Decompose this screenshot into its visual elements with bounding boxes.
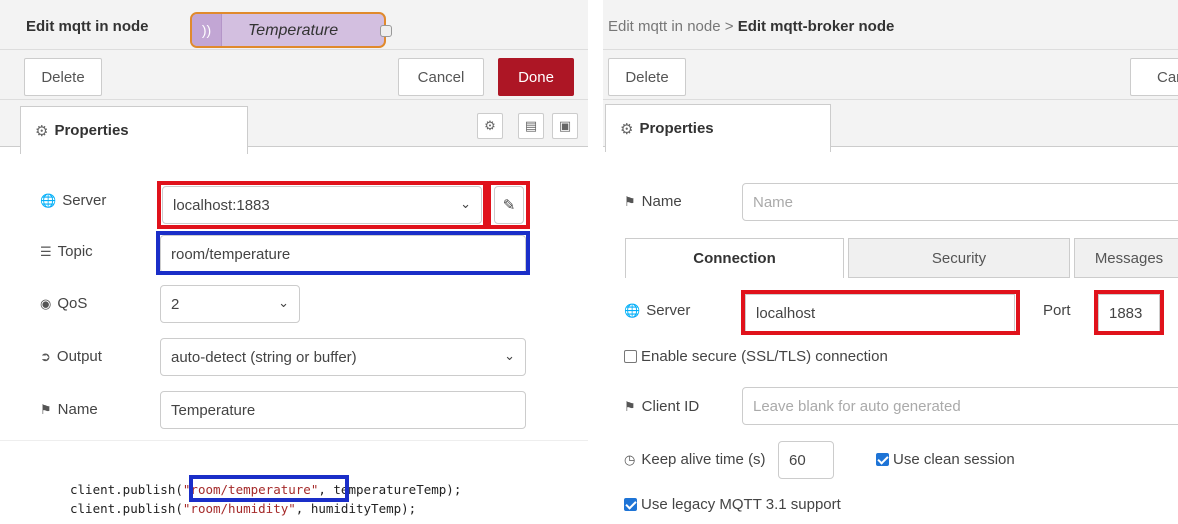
subtab-messages[interactable]: Messages — [1074, 238, 1178, 278]
keepalive-label: Keep alive time (s) — [641, 451, 766, 468]
edit-server-highlight — [487, 181, 530, 229]
qos-label: QoS — [57, 295, 88, 312]
code-topic-highlight — [189, 475, 349, 502]
keepalive-input[interactable]: 60 — [778, 441, 834, 479]
broker-cancel-button[interactable]: Can — [1130, 58, 1178, 96]
code-call: client.publish( — [70, 482, 183, 497]
tag-icon: ⚑ — [624, 398, 636, 414]
appearance-icon[interactable]: ▣ — [552, 113, 578, 139]
gear-icon: ⚙ — [35, 122, 49, 140]
port-label: Port — [1043, 302, 1071, 319]
settings-gear-icon[interactable]: ⚙ — [477, 113, 503, 139]
client-id-label: Client ID — [641, 398, 700, 415]
tab-properties-label: Properties — [54, 122, 129, 139]
broker-name-placeholder: Name — [753, 193, 794, 211]
clean-session-row[interactable]: Use clean session — [876, 451, 1015, 468]
broker-delete-button[interactable]: Delete — [608, 58, 686, 96]
breadcrumb: Edit mqtt in node > Edit mqtt-broker nod… — [608, 18, 894, 35]
cancel-button[interactable]: Cancel — [398, 58, 484, 96]
keepalive-value: 60 — [789, 451, 806, 469]
right-toolbar — [603, 50, 1178, 100]
subtab-connection[interactable]: Connection — [625, 238, 844, 278]
topic-label: Topic — [57, 243, 93, 260]
qos-select-value: 2 — [171, 295, 180, 313]
tab-properties[interactable]: ⚙ Properties — [20, 106, 248, 154]
bridge-icon: )) — [192, 14, 222, 46]
port-highlight — [1094, 290, 1164, 335]
output-label: Output — [56, 348, 102, 365]
output-select-value: auto-detect (string or buffer) — [171, 348, 357, 366]
server-label: Server — [62, 192, 107, 209]
sign-out-icon: ➲ — [40, 348, 51, 364]
broker-server-label: Server — [646, 302, 691, 319]
node-preview-label: Temperature — [248, 22, 339, 39]
clean-session-checkbox[interactable] — [876, 453, 889, 466]
list-icon: ☰ — [40, 243, 52, 259]
broker-tab-properties-label: Properties — [639, 120, 714, 137]
node-preview: )) Temperature — [190, 12, 392, 48]
clock-icon: ◷ — [624, 451, 636, 467]
legacy-row[interactable]: Use legacy MQTT 3.1 support — [624, 496, 841, 513]
tag-icon: ⚑ — [40, 401, 52, 417]
chevron-down-icon: ⌄ — [278, 295, 289, 310]
legacy-checkbox[interactable] — [624, 498, 637, 511]
code-topic-string: "room/humidity" — [182, 501, 296, 516]
broker-name-label: Name — [641, 193, 682, 210]
server-label-row: 🌐 Server — [40, 192, 106, 209]
ssl-checkbox[interactable] — [624, 350, 637, 363]
tag-icon: ⚑ — [624, 193, 636, 209]
qos-label-row: ◉ QoS — [40, 295, 87, 312]
client-id-input[interactable]: Leave blank for auto generated — [742, 387, 1178, 425]
code-call: client.publish( — [70, 501, 183, 516]
subtab-security[interactable]: Security — [848, 238, 1070, 278]
client-id-placeholder: Leave blank for auto generated — [753, 397, 961, 415]
broker-server-label-row: 🌐 Server — [624, 302, 690, 319]
ssl-label: Enable secure (SSL/TLS) connection — [641, 348, 888, 365]
keepalive-label-row: ◷ Keep alive time (s) — [624, 451, 766, 468]
output-label-row: ➲ Output — [40, 348, 102, 365]
panel-divider — [0, 440, 588, 441]
node-output-port — [380, 25, 392, 37]
breadcrumb-current: Edit mqtt-broker node — [737, 18, 895, 35]
gear-icon: ⚙ — [620, 120, 634, 138]
clean-session-label: Use clean session — [893, 451, 1015, 468]
name-label: Name — [57, 401, 98, 418]
panel-split — [593, 0, 603, 524]
legacy-label: Use legacy MQTT 3.1 support — [641, 496, 841, 513]
breadcrumb-separator: > — [724, 18, 734, 35]
code-line-2: client.publish("room/humidity", humidity… — [70, 501, 416, 516]
description-icon[interactable]: ▤ — [518, 113, 544, 139]
chevron-down-icon: ⌄ — [504, 348, 515, 363]
client-id-label-row: ⚑ Client ID — [624, 398, 699, 415]
globe-icon: 🌐 — [624, 302, 641, 318]
broker-tab-properties[interactable]: ⚙ Properties — [605, 104, 831, 152]
delete-button[interactable]: Delete — [24, 58, 102, 96]
name-input[interactable]: Temperature — [160, 391, 526, 429]
broker-server-highlight — [741, 290, 1020, 335]
left-editor-title: Edit mqtt in node — [26, 18, 149, 35]
breadcrumb-parent[interactable]: Edit mqtt in node — [608, 18, 721, 35]
broker-name-label-row: ⚑ Name — [624, 193, 682, 210]
topic-highlight — [156, 231, 530, 275]
code-args: , humidityTemp); — [295, 501, 417, 516]
done-button[interactable]: Done — [498, 58, 574, 96]
globe-icon: 🌐 — [40, 192, 57, 208]
qos-select[interactable]: 2 ⌄ — [160, 285, 300, 323]
ssl-checkbox-row[interactable]: Enable secure (SSL/TLS) connection — [624, 348, 888, 365]
name-label-row: ⚑ Name — [40, 401, 98, 418]
broker-name-input[interactable]: Name — [742, 183, 1178, 221]
topic-label-row: ☰ Topic — [40, 243, 93, 260]
name-input-value: Temperature — [171, 401, 256, 419]
output-select[interactable]: auto-detect (string or buffer) ⌄ — [160, 338, 526, 376]
radio-icon: ◉ — [40, 295, 52, 311]
server-highlight — [157, 181, 487, 229]
